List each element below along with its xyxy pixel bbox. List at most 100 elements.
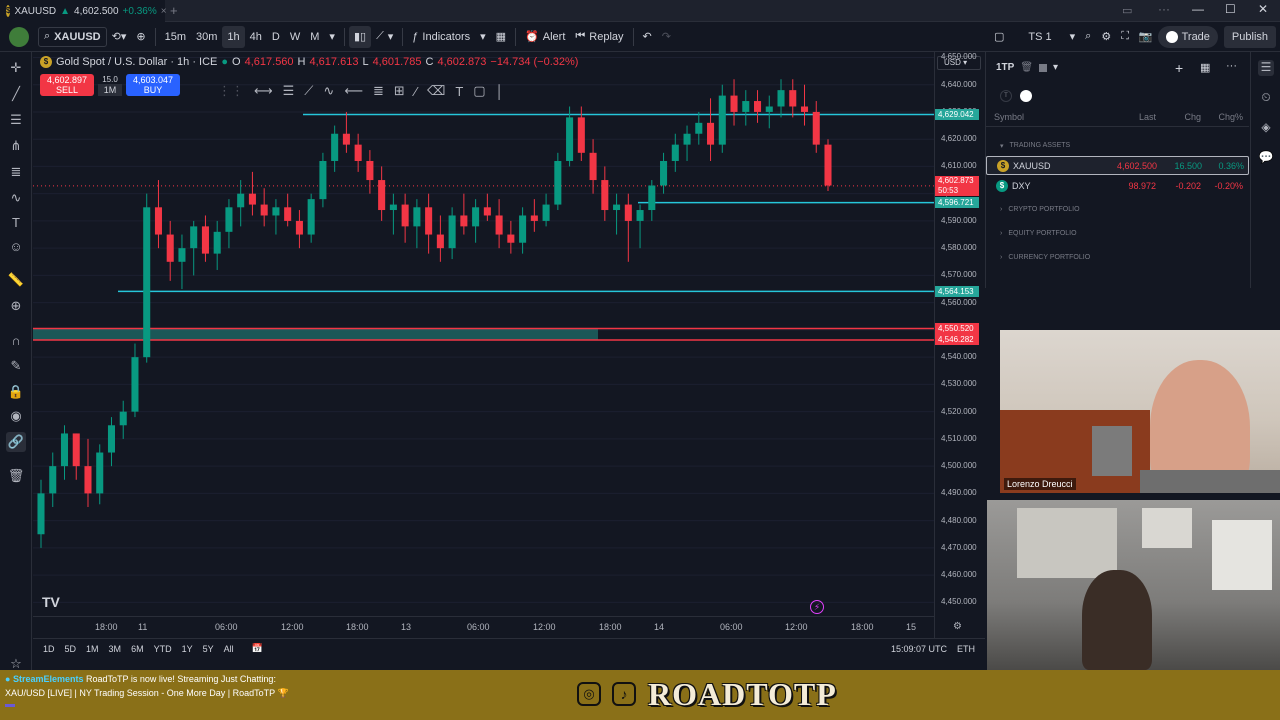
eraser-icon[interactable]: ⌫	[427, 83, 445, 99]
list-item[interactable]: $ DXY 98.972 -0.202 -0.20%	[986, 176, 1249, 195]
trend-line-icon[interactable]: ⟋	[304, 83, 313, 99]
range-all[interactable]: All	[224, 644, 234, 654]
chart-pane[interactable]	[33, 52, 985, 638]
lightning-icon[interactable]: ⚡	[810, 600, 824, 614]
line-tool-button[interactable]: ⟋ ▾	[371, 26, 398, 48]
crosshair-icon[interactable]: ✛	[6, 58, 26, 78]
ray-icon[interactable]: ⟷	[254, 83, 273, 99]
maximize-icon[interactable]: ☐	[1225, 2, 1236, 16]
symbol-search[interactable]: ⌕ XAUUSD	[38, 26, 107, 47]
trend-line-icon[interactable]: ╱	[6, 84, 26, 104]
alert-button[interactable]: ⏰ Alert	[520, 26, 570, 48]
zoom-icon[interactable]: ⊕	[6, 296, 26, 316]
rectangle-icon[interactable]: ▢	[473, 83, 485, 99]
emoji-icon[interactable]: ☺	[6, 236, 26, 256]
chevron-down-icon[interactable]: ▾	[986, 142, 1004, 150]
range-1d[interactable]: 1D	[43, 644, 55, 654]
parallel-channel-icon[interactable]: ☰	[283, 83, 295, 99]
section-trading-assets[interactable]: TRADING ASSETS	[1004, 142, 1071, 149]
candlestick-chart[interactable]	[33, 52, 934, 616]
horizontal-lines-icon[interactable]: ☰	[6, 110, 26, 130]
group-crypto[interactable]: CRYPTO PORTFOLIO	[1002, 206, 1079, 213]
lock-icon[interactable]: 🔒	[6, 382, 26, 402]
list-item[interactable]: $ XAUUSD 4,602.500 16.500 0.36%	[986, 156, 1249, 175]
layout-name[interactable]: TS 1 ▾	[1023, 26, 1080, 48]
layout-button[interactable]: ▢	[989, 26, 1009, 48]
new-tab-button[interactable]: +	[170, 3, 178, 18]
quick-search-button[interactable]: ⌕	[1080, 26, 1096, 48]
watchlist-name[interactable]: 1TP	[996, 62, 1014, 73]
tf-4h[interactable]: 4h	[245, 26, 267, 48]
add-symbol-icon[interactable]: +	[1175, 60, 1183, 76]
col-last[interactable]: Last	[1096, 112, 1156, 122]
trade-button[interactable]: Trade	[1157, 25, 1218, 48]
compare-button[interactable]: ⟲▾	[107, 26, 132, 48]
candle-type-button[interactable]: ▮▯	[348, 25, 372, 48]
horizontal-ray-icon[interactable]: ⟵	[344, 83, 363, 99]
buy-button[interactable]: 4,603.047 BUY	[126, 74, 180, 96]
drag-handle-icon[interactable]: ⋮⋮	[218, 83, 244, 99]
tf-15m[interactable]: 15m	[160, 26, 191, 48]
range-3m[interactable]: 3M	[109, 644, 122, 654]
brush-icon[interactable]: ∿	[6, 188, 26, 208]
pencil-lock-icon[interactable]: ✎	[6, 356, 26, 376]
tf-1h[interactable]: 1h	[222, 25, 245, 48]
tf-30m[interactable]: 30m	[191, 26, 222, 48]
tf-m[interactable]: M	[305, 26, 324, 48]
range-5d[interactable]: 5D	[65, 644, 77, 654]
range-ytd[interactable]: YTD	[154, 644, 172, 654]
ruler-icon[interactable]: 📏	[6, 270, 26, 290]
layers-icon[interactable]: ◈	[1258, 120, 1274, 136]
restore-icon[interactable]: ▭	[1122, 4, 1132, 17]
close-window-icon[interactable]: ✕	[1258, 2, 1268, 16]
price-axis[interactable]: USD ▾ 4,650.0004,640.0004,630.0004,620.0…	[934, 52, 985, 638]
col-symbol[interactable]: Symbol	[986, 112, 1096, 122]
range-6m[interactable]: 6M	[131, 644, 144, 654]
timeframe-dropdown[interactable]: ▾	[324, 26, 340, 48]
pitchfork-icon[interactable]: ⋔	[6, 136, 26, 156]
publish-button[interactable]: Publish	[1223, 25, 1276, 48]
time-axis[interactable]: 18:00 11 06:00 12:00 18:00 13 06:00 12:00 18:00 1…	[33, 616, 962, 638]
minimize-icon[interactable]: —	[1192, 2, 1204, 16]
range-1m[interactable]: 1M	[86, 644, 99, 654]
col-chgp[interactable]: Chg%	[1201, 112, 1243, 122]
alarm-clock-icon[interactable]: ⏲	[1258, 90, 1274, 106]
group-equity[interactable]: EQUITY PORTFOLIO	[1002, 230, 1076, 237]
magnet-icon[interactable]: ∩	[6, 330, 26, 350]
range-5y[interactable]: 5Y	[203, 644, 214, 654]
fib-retracement-icon[interactable]: ≣	[373, 83, 384, 99]
flag-icon[interactable]	[1039, 63, 1048, 72]
snapshot-button[interactable]: 📷	[1134, 26, 1158, 48]
col-chg[interactable]: Chg	[1156, 112, 1201, 122]
chevron-right-icon[interactable]: ›	[986, 230, 1002, 237]
fullscreen-button[interactable]: ⛶	[1116, 26, 1134, 48]
range-1y[interactable]: 1Y	[182, 644, 193, 654]
chevron-down-icon[interactable]: ▾	[1053, 62, 1058, 73]
trash-icon[interactable]: 🗑	[1020, 62, 1033, 73]
text-icon[interactable]: T	[6, 212, 26, 232]
axis-settings-icon[interactable]: ⚙	[953, 621, 962, 632]
templates-button[interactable]: ▦	[491, 26, 511, 48]
more-icon[interactable]: ···	[1226, 60, 1237, 72]
path-icon[interactable]: ∿	[323, 83, 334, 99]
session-label[interactable]: ETH	[957, 644, 975, 654]
chat-icon[interactable]: 💬	[1258, 150, 1274, 166]
replay-button[interactable]: ⏮ Replay	[570, 26, 628, 48]
close-tab-icon[interactable]: ×	[161, 6, 167, 17]
chevron-right-icon[interactable]: ›	[986, 254, 1002, 261]
tab-xauusd[interactable]: $ XAUUSD ▲ 4,602.500 +0.36% ×	[0, 0, 167, 22]
trash-icon[interactable]: 🗑	[6, 466, 26, 486]
link-icon[interactable]: 🔗	[6, 432, 26, 452]
calendar-icon[interactable]: 📅	[252, 643, 263, 654]
avatar[interactable]	[4, 26, 34, 48]
utc-clock[interactable]: 15:09:07 UTC	[891, 644, 947, 654]
quantity[interactable]: 1M	[98, 83, 122, 96]
table-icon[interactable]: ▦	[1200, 61, 1210, 74]
settings-button[interactable]: ⚙	[1096, 26, 1116, 48]
tf-d[interactable]: D	[267, 26, 285, 48]
watchlist-icon[interactable]: ☰	[1258, 60, 1274, 76]
redo-button[interactable]: ↷	[657, 26, 676, 48]
fib-icon[interactable]: ≣	[6, 162, 26, 182]
tf-w[interactable]: W	[285, 26, 305, 48]
add-symbol-button[interactable]: ⊕	[131, 26, 150, 48]
